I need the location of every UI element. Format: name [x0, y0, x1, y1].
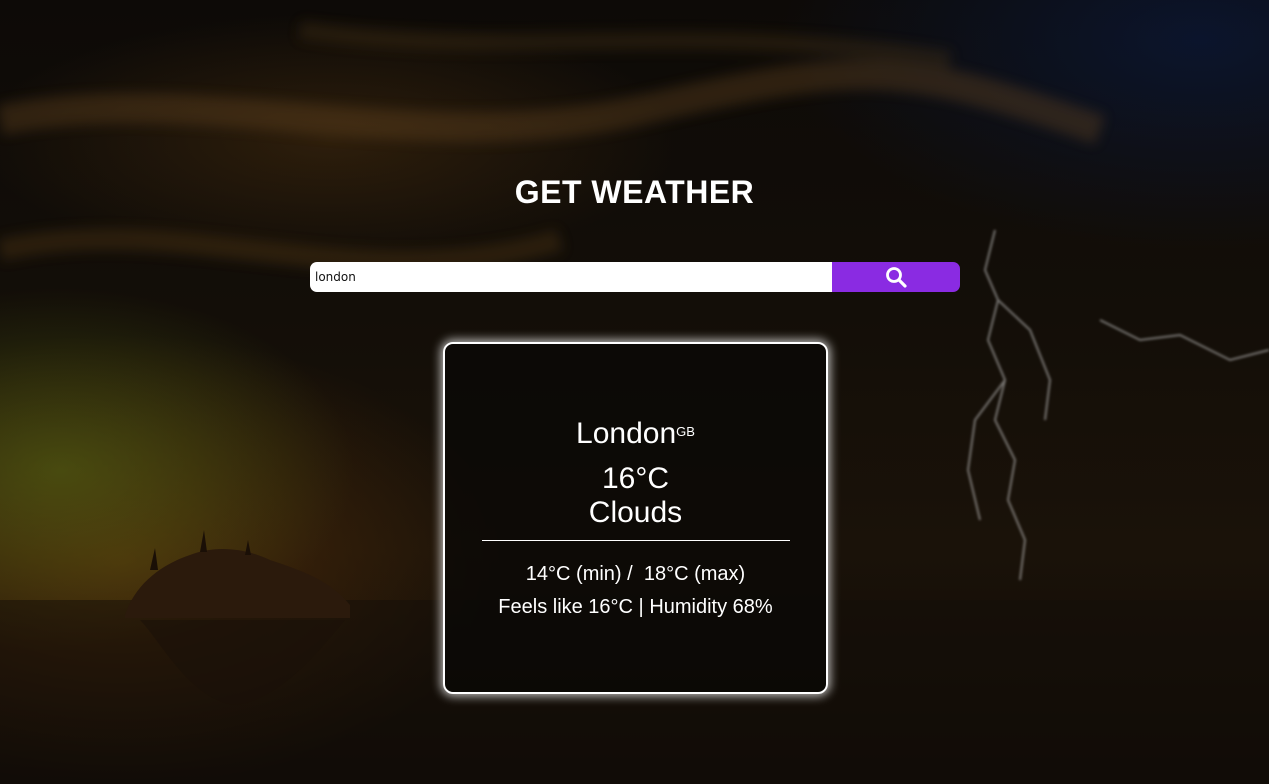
weather-details: Feels like 16°C | Humidity 68%: [445, 595, 826, 619]
city-name: LondonGB: [445, 416, 826, 452]
lightning-bolt: [966, 229, 1269, 581]
city-label: London: [576, 417, 677, 450]
details-separator: |: [633, 596, 650, 618]
search-button[interactable]: [832, 262, 960, 292]
search-input[interactable]: [310, 262, 832, 292]
min-max-separator: /: [621, 563, 644, 585]
search-bar: [310, 262, 960, 292]
island-silhouette: [125, 530, 350, 705]
current-temperature: 16°C: [601, 462, 670, 495]
feels-like: Feels like 16°C: [498, 596, 633, 618]
min-max-temperature: 14°C (min) / 18°C (max): [445, 562, 826, 586]
weather-card: LondonGB 16°C Clouds 14°C (min) / 18°C (…: [443, 342, 828, 694]
divider: [482, 540, 790, 541]
weather-condition: Clouds: [588, 496, 683, 529]
humidity: Humidity 68%: [649, 596, 773, 618]
search-icon: [886, 267, 907, 288]
page-title: GET WEATHER: [514, 174, 755, 210]
max-temp: 18°C (max): [643, 563, 746, 585]
country-code: GB: [676, 424, 695, 439]
min-temp: 14°C (min): [525, 563, 622, 585]
